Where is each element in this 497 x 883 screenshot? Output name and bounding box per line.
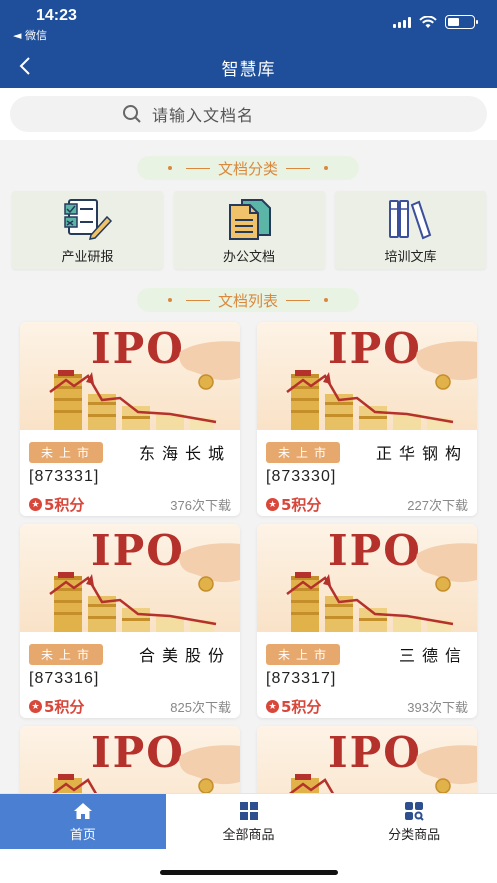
grid-icon: [239, 801, 258, 820]
points-text: 5积分: [281, 698, 322, 716]
document-name: 正华钢构: [375, 444, 468, 463]
report-icon: [63, 199, 112, 240]
document-name: 东海长城: [138, 444, 231, 463]
status-badge: 未上市: [29, 441, 104, 463]
section-title-list: 文档列表: [137, 288, 359, 312]
page-title: 智慧库: [221, 60, 276, 80]
tab-label: 首页: [69, 827, 96, 843]
home-indicator[interactable]: [160, 870, 338, 875]
status-badge: 未上市: [29, 643, 104, 665]
download-count: 227次下载: [407, 498, 468, 513]
category-label: 办公文档: [222, 250, 275, 265]
document-code: [873316]: [29, 670, 100, 687]
document-thumbnail: IPO: [257, 524, 477, 632]
section-title-categories: 文档分类: [137, 156, 359, 180]
coins-chart-icon: [286, 341, 477, 430]
search-placeholder: 请输入文档名: [152, 106, 255, 125]
tab-label: 分类商品: [388, 827, 441, 843]
category-card-training-library[interactable]: 培训文库: [335, 191, 486, 269]
tab-category-products[interactable]: 分类商品: [331, 794, 497, 849]
points-text: 5积分: [281, 496, 322, 514]
category-card-office-docs[interactable]: 办公文档: [173, 191, 325, 269]
wifi-icon: [419, 15, 437, 28]
category-grid: 产业研报 办公文档 培训文库: [12, 191, 486, 269]
search-input[interactable]: 请输入文档名: [10, 96, 487, 132]
signal-icon: [393, 16, 411, 28]
document-card[interactable]: IPO 未上市 东海长城 [873331] ★ 5积分 376次下载: [20, 322, 240, 516]
points-price: ★ 5积分: [266, 494, 321, 515]
tab-label: 全部商品: [222, 827, 275, 843]
status-time: 14:23: [36, 7, 77, 24]
download-count: 376次下载: [170, 498, 231, 513]
star-icon: ★: [266, 498, 279, 511]
category-label: 培训文库: [384, 250, 437, 265]
category-card-industry-report[interactable]: 产业研报: [12, 191, 163, 269]
bottom-tab-bar: 首页 全部商品 分类商品: [0, 793, 497, 849]
document-code: [873330]: [266, 468, 337, 485]
star-icon: ★: [266, 700, 279, 713]
home-icon: [73, 802, 92, 819]
category-label: 产业研报: [61, 250, 114, 265]
coins-chart-icon: [49, 341, 240, 430]
download-count: 393次下载: [407, 700, 468, 715]
document-name: 合美股份: [138, 646, 231, 665]
points-price: ★ 5积分: [29, 494, 84, 515]
points-price: ★ 5积分: [29, 696, 84, 717]
document-thumbnail: IPO: [20, 524, 240, 632]
tab-home[interactable]: 首页: [0, 794, 166, 849]
download-count: 825次下载: [170, 700, 231, 715]
document-card[interactable]: IPO 未上市 正华钢构 [873330] ★ 5积分 227次下载: [257, 322, 477, 516]
coins-chart-icon: [286, 543, 477, 632]
search-icon: [123, 105, 141, 123]
category-search-icon: [405, 801, 424, 821]
status-badge: 未上市: [266, 441, 341, 463]
document-card[interactable]: IPO 未上市 合美股份 [873316] ★ 5积分 825次下载: [20, 524, 240, 718]
star-icon: ★: [29, 498, 42, 511]
section-title-text: 文档列表: [217, 291, 278, 310]
status-back-app[interactable]: ◄ 微信: [13, 27, 47, 43]
section-title-text: 文档分类: [217, 159, 278, 178]
document-card[interactable]: IPO 未上市 三德信 [873317] ★ 5积分 393次下载: [257, 524, 477, 718]
document-thumbnail: IPO: [20, 322, 240, 430]
points-text: 5积分: [44, 496, 85, 514]
status-badge: 未上市: [266, 643, 341, 665]
tab-all-products[interactable]: 全部商品: [166, 794, 332, 849]
document-code: [873331]: [29, 468, 100, 485]
search-bar: 请输入文档名: [0, 88, 497, 140]
document-code: [873317]: [266, 670, 337, 687]
star-icon: ★: [29, 700, 42, 713]
document-icon: [229, 199, 271, 240]
battery-icon: [445, 15, 478, 29]
app-header: 14:23 ◄ 微信 智慧库: [0, 0, 497, 88]
status-icons: [393, 15, 478, 29]
home-indicator-area: [0, 849, 497, 883]
document-name: 三德信: [398, 646, 468, 665]
document-thumbnail: IPO: [257, 322, 477, 430]
coins-chart-icon: [49, 543, 240, 632]
points-price: ★ 5积分: [266, 696, 321, 717]
points-text: 5积分: [44, 698, 85, 716]
books-icon: [388, 200, 431, 240]
